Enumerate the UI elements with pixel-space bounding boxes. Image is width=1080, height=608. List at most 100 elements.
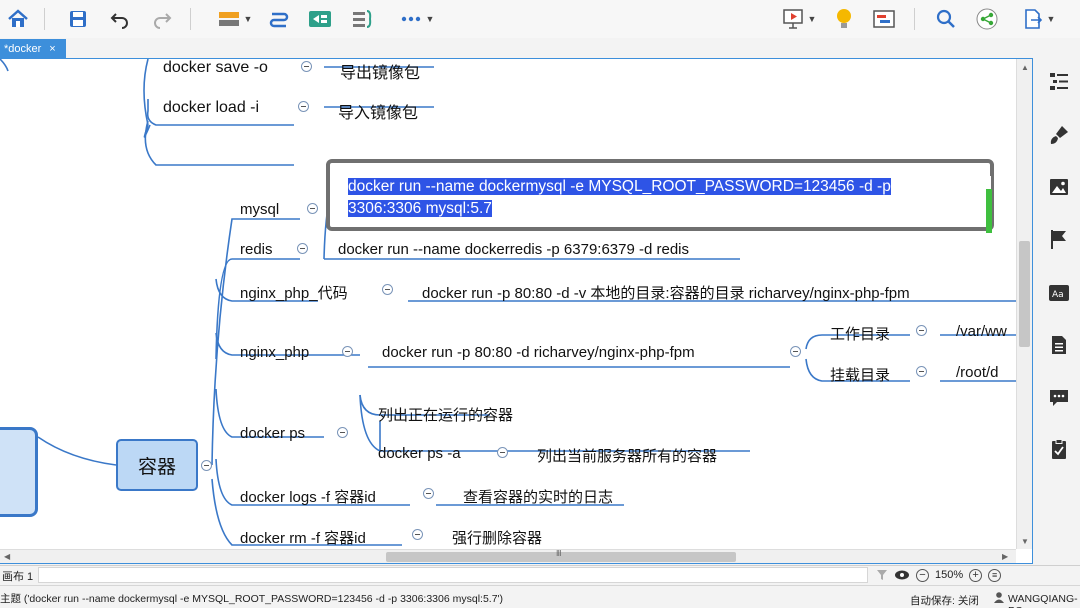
home-icon[interactable]: [6, 6, 30, 32]
marker-icon[interactable]: [1048, 228, 1070, 250]
topic-redis[interactable]: redis: [240, 241, 273, 258]
topic-workdir[interactable]: 工作目录: [830, 323, 890, 344]
user-icon: [994, 592, 1004, 603]
main-toolbar: ▼ ▼ ▼ ▼: [0, 0, 1080, 38]
collapse-icon[interactable]: [297, 243, 308, 254]
undo-icon[interactable]: [108, 6, 132, 32]
topic-save-desc[interactable]: 导出镜像包: [340, 59, 420, 83]
collapse-icon[interactable]: [307, 203, 318, 214]
collapse-icon[interactable]: [423, 488, 434, 499]
filter-icon[interactable]: [876, 569, 888, 581]
collapse-icon[interactable]: [497, 447, 508, 458]
topic-ps-desc[interactable]: 列出正在运行的容器: [378, 404, 513, 425]
topic-docker-ps-a[interactable]: docker ps -a: [378, 445, 461, 462]
topic-nginx[interactable]: nginx_php: [240, 344, 309, 361]
right-panel-bar: Aa: [1036, 58, 1080, 564]
autosave-status[interactable]: 自动保存: 关闭: [910, 593, 979, 608]
format-icon[interactable]: [1048, 124, 1070, 146]
selected-text-line-1: docker run --name dockermysql -e MYSQL_R…: [348, 178, 891, 195]
insert-topic-icon[interactable]: ▼: [212, 6, 258, 32]
document-tabs: *docker ×: [0, 38, 1080, 58]
tab-docker[interactable]: *docker ×: [0, 39, 66, 58]
sheet-tab[interactable]: 画布 1: [2, 568, 33, 584]
topic-mountdir-value[interactable]: /root/d: [956, 364, 999, 381]
collapse-icon[interactable]: [382, 284, 393, 295]
zoom-level[interactable]: 150%: [935, 569, 963, 581]
topic-mysql[interactable]: mysql: [240, 201, 279, 218]
presentation-icon[interactable]: ▼: [776, 6, 822, 32]
outline-icon[interactable]: [1048, 70, 1070, 92]
horizontal-scroll-thumb[interactable]: [386, 549, 736, 562]
zoom-out-button[interactable]: −: [916, 568, 929, 582]
eye-icon[interactable]: [894, 569, 910, 581]
zoom-in-button[interactable]: +: [969, 568, 983, 582]
topic-rm-desc[interactable]: 强行删除容器: [452, 527, 542, 548]
collapse-icon[interactable]: [337, 427, 348, 438]
more-icon[interactable]: ▼: [394, 6, 440, 32]
notes-icon[interactable]: [1048, 334, 1070, 356]
export-icon[interactable]: ▼: [1016, 6, 1062, 32]
share-icon[interactable]: [975, 6, 999, 32]
user-name: WANGQIANG-PC: [1008, 593, 1078, 608]
topic-ps-a-desc[interactable]: 列出当前服务器所有的容器: [537, 445, 717, 466]
relationship-icon[interactable]: [267, 6, 291, 32]
gantt-icon[interactable]: [872, 6, 896, 32]
topic-logs-desc[interactable]: 查看容器的实时的日志: [463, 486, 613, 507]
topic-load-desc[interactable]: 导入镜像包: [338, 99, 418, 123]
topic-docker-save[interactable]: docker save -o: [163, 59, 268, 77]
root-topic[interactable]: [0, 427, 38, 517]
search-icon[interactable]: [934, 6, 958, 32]
collapse-icon[interactable]: [298, 101, 309, 112]
canvas-frame: docker save -o 导出镜像包 docker load -i 导入镜像…: [0, 58, 1033, 564]
task-icon[interactable]: [1048, 438, 1070, 460]
vertical-scrollbar[interactable]: ▲ ▼: [1016, 59, 1032, 549]
summary-icon[interactable]: [350, 6, 374, 32]
mindmap-canvas[interactable]: docker save -o 导出镜像包 docker load -i 导入镜像…: [0, 59, 1016, 549]
topic-docker-rm[interactable]: docker rm -f 容器id: [240, 527, 366, 548]
sheet-bar: 画布 1 − 150% + ≡: [0, 565, 1080, 584]
collapse-icon[interactable]: [301, 61, 312, 72]
redo-icon[interactable]: [150, 6, 174, 32]
zoom-controls: − 150% + ≡: [876, 566, 1002, 584]
close-icon[interactable]: ×: [49, 43, 55, 55]
collapse-icon[interactable]: [790, 346, 801, 357]
comments-icon[interactable]: [1048, 386, 1070, 408]
topic-workdir-value[interactable]: /var/ww: [956, 323, 1007, 340]
topic-edit-field[interactable]: docker run --name dockermysql -e MYSQL_R…: [348, 176, 992, 233]
image-icon[interactable]: [1048, 176, 1070, 198]
collapse-icon[interactable]: [916, 325, 927, 336]
scroll-left-icon[interactable]: ◀: [4, 552, 10, 561]
selected-text-line-2: 3306:3306 mysql:5.7: [348, 200, 492, 217]
tab-title: *docker: [4, 42, 42, 55]
vertical-scroll-thumb[interactable]: [1019, 241, 1030, 347]
topic-docker-load[interactable]: docker load -i: [163, 99, 259, 117]
brainstorm-icon[interactable]: [832, 6, 856, 32]
boundary-icon[interactable]: [308, 6, 332, 32]
resize-handle[interactable]: [986, 189, 992, 233]
topic-docker-logs[interactable]: docker logs -f 容器id: [240, 486, 376, 507]
topic-nginx-code[interactable]: nginx_php_代码: [240, 282, 348, 303]
topic-mysql-cmd-editor[interactable]: docker run --name dockermysql -e MYSQL_R…: [326, 159, 994, 233]
topic-docker-ps[interactable]: docker ps: [240, 425, 305, 442]
scroll-right-icon[interactable]: ▶: [1002, 552, 1008, 561]
topic-container[interactable]: 容器: [116, 439, 198, 491]
collapse-icon[interactable]: [916, 366, 927, 377]
collapse-icon[interactable]: [342, 346, 353, 357]
topic-mountdir[interactable]: 挂载目录: [830, 364, 890, 385]
topic-nginx-code-cmd[interactable]: docker run -p 80:80 -d -v 本地的目录:容器的目录 ri…: [422, 282, 910, 303]
horizontal-scrollbar[interactable]: ◀ ▶: [0, 549, 1016, 563]
collapse-icon[interactable]: [412, 529, 423, 540]
collapse-icon[interactable]: [201, 460, 212, 471]
save-icon[interactable]: [66, 6, 90, 32]
status-bar: 主题 ('docker run --name dockermysql -e MY…: [0, 585, 1080, 608]
font-icon[interactable]: Aa: [1048, 282, 1070, 304]
status-topic: 主题 ('docker run --name dockermysql -e MY…: [0, 593, 504, 605]
scroll-up-icon[interactable]: ▲: [1021, 63, 1029, 72]
fit-menu-icon[interactable]: ≡: [988, 568, 1002, 582]
topic-nginx-cmd[interactable]: docker run -p 80:80 -d richarvey/nginx-p…: [382, 344, 695, 361]
scroll-down-icon[interactable]: ▼: [1021, 537, 1029, 546]
svg-text:Aa: Aa: [1052, 290, 1064, 300]
sheet-tabs-area[interactable]: [38, 567, 868, 583]
topic-redis-cmd[interactable]: docker run --name dockerredis -p 6379:63…: [338, 241, 689, 258]
mindmap-app: ▼ ▼ ▼ ▼ *docker × docker save -o 导出镜像包 d…: [0, 0, 1080, 608]
